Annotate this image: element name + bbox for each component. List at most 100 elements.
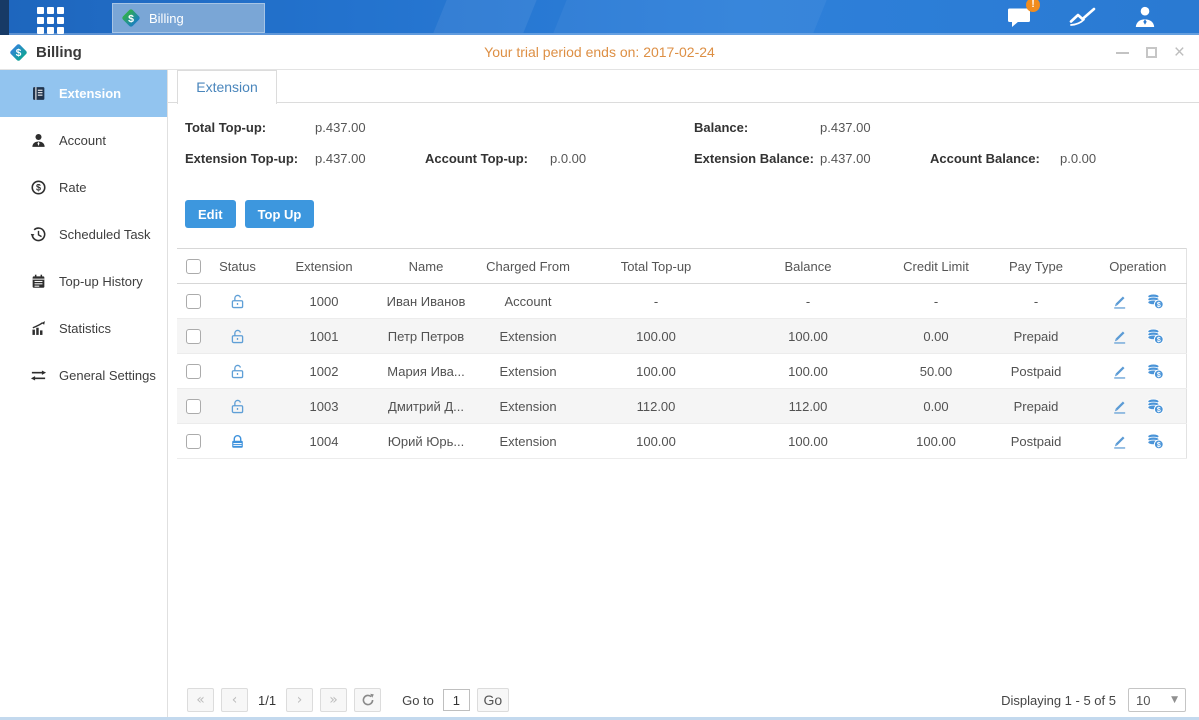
last-page-button[interactable]: » (320, 688, 347, 712)
cell-name: Мария Ива... (382, 354, 470, 389)
unlocked-icon (229, 398, 246, 415)
cell-status (209, 284, 266, 319)
column-header-name: Name (382, 249, 470, 284)
coins-dollar-icon: $ (1146, 327, 1164, 345)
refresh-icon (361, 693, 375, 707)
sidebar-item-general-settings[interactable]: General Settings (0, 352, 167, 399)
chart-icon (1069, 6, 1096, 27)
sidebar-item-rate[interactable]: $ Rate (0, 164, 167, 211)
edit-icon[interactable] (1111, 397, 1128, 414)
tab-extension[interactable]: Extension (177, 70, 277, 104)
topup-icon[interactable]: $ (1146, 292, 1164, 310)
topup-icon[interactable]: $ (1146, 397, 1164, 415)
select-all-checkbox[interactable] (186, 259, 201, 274)
sidebar-item-topup-history[interactable]: Top-up History (0, 258, 167, 305)
edit-icon[interactable] (1111, 362, 1128, 379)
row-checkbox[interactable] (186, 294, 201, 309)
extension-balance-label: Extension Balance: (694, 151, 814, 166)
cell-status (209, 354, 266, 389)
row-checkbox[interactable] (186, 399, 201, 414)
table-row: 1001Петр ПетровExtension100.00100.000.00… (177, 319, 1186, 354)
sidebar-item-label: Top-up History (59, 274, 143, 289)
cell-operation: $ (1090, 354, 1186, 389)
row-checkbox[interactable] (186, 329, 201, 344)
cell-balance: 100.00 (726, 354, 890, 389)
close-button[interactable]: × (1174, 46, 1185, 60)
edit-pencil-icon (1111, 433, 1128, 450)
top-up-button[interactable]: Top Up (245, 200, 315, 228)
topup-icon[interactable]: $ (1146, 432, 1164, 450)
svg-text:$: $ (128, 13, 134, 25)
next-page-button[interactable]: › (286, 688, 313, 712)
row-checkbox[interactable] (186, 434, 201, 449)
ledger-icon (30, 85, 47, 102)
cell-total-topup: 100.00 (586, 319, 726, 354)
locked-icon (229, 433, 246, 450)
row-checkbox[interactable] (186, 364, 201, 379)
taskbar-tab-label: Billing (149, 11, 184, 26)
displaying-count: Displaying 1 - 5 of 5 (1001, 693, 1116, 708)
edit-icon[interactable] (1111, 432, 1128, 449)
edit-icon[interactable] (1111, 327, 1128, 344)
first-page-button[interactable]: « (187, 688, 214, 712)
cell-pay-type: Prepaid (982, 319, 1090, 354)
maximize-button[interactable] (1146, 47, 1157, 58)
user-icon (1133, 5, 1157, 28)
topup-icon[interactable]: $ (1146, 362, 1164, 380)
topbar-left-edge (0, 0, 9, 35)
cell-pay-type: Postpaid (982, 354, 1090, 389)
cell-charged-from: Extension (470, 389, 586, 424)
coins-dollar-icon: $ (1146, 397, 1164, 415)
edit-pencil-icon (1111, 293, 1128, 310)
refresh-button[interactable] (354, 688, 381, 712)
cell-operation: $ (1090, 319, 1186, 354)
sidebar: Extension Account $ Rate (0, 70, 168, 720)
cell-charged-from: Extension (470, 424, 586, 459)
account-topup-value: p.0.00 (550, 151, 586, 166)
sidebar-item-label: Rate (59, 180, 86, 195)
svg-text:$: $ (1157, 407, 1161, 414)
svg-text:$: $ (1157, 337, 1161, 344)
account-balance-label: Account Balance: (930, 151, 1040, 166)
messages-button[interactable]: ! (1007, 5, 1032, 28)
sidebar-item-scheduled-task[interactable]: Scheduled Task (0, 211, 167, 258)
go-button[interactable]: Go (477, 688, 509, 712)
cell-status (209, 319, 266, 354)
cell-operation: $ (1090, 284, 1186, 319)
edit-pencil-icon (1111, 363, 1128, 380)
statistics-button[interactable] (1069, 6, 1096, 27)
app-window: $ Billing ! (0, 0, 1199, 720)
cell-charged-from: Account (470, 284, 586, 319)
cell-charged-from: Extension (470, 319, 586, 354)
column-header-total-topup: Total Top-up (586, 249, 726, 284)
table-row: 1003Дмитрий Д...Extension112.00112.000.0… (177, 389, 1186, 424)
topbar-decoration (433, 0, 536, 33)
balance-label: Balance: (694, 120, 748, 135)
taskbar-tab-billing[interactable]: $ Billing (112, 3, 265, 33)
page-size-select[interactable]: 10 ▼ (1128, 688, 1186, 712)
cell-balance: 100.00 (726, 424, 890, 459)
sidebar-item-statistics[interactable]: Statistics (0, 305, 167, 352)
page-indicator: 1/1 (258, 693, 276, 708)
notepad-icon (30, 273, 47, 290)
sidebar-item-extension[interactable]: Extension (0, 70, 167, 117)
column-header-balance: Balance (726, 249, 890, 284)
user-button[interactable] (1133, 5, 1157, 28)
table-body: 1000Иван ИвановAccount----$1001Петр Петр… (177, 284, 1186, 459)
extension-topup-value: p.437.00 (315, 151, 366, 166)
total-topup-value: p.437.00 (315, 120, 366, 135)
app-launcher-icon[interactable] (37, 7, 64, 34)
column-header-status: Status (209, 249, 266, 284)
pagination-bar: « ‹ 1/1 › » Go to Go Displaying 1 - 5 of… (187, 687, 1186, 713)
minimize-button[interactable] (1116, 52, 1129, 54)
edit-pencil-icon (1111, 328, 1128, 345)
column-header-credit-limit: Credit Limit (890, 249, 982, 284)
sliders-icon (30, 367, 47, 384)
edit-icon[interactable] (1111, 292, 1128, 309)
unlocked-icon (229, 328, 246, 345)
topup-icon[interactable]: $ (1146, 327, 1164, 345)
goto-page-input[interactable] (443, 689, 470, 711)
prev-page-button[interactable]: ‹ (221, 688, 248, 712)
edit-button[interactable]: Edit (185, 200, 236, 228)
sidebar-item-account[interactable]: Account (0, 117, 167, 164)
